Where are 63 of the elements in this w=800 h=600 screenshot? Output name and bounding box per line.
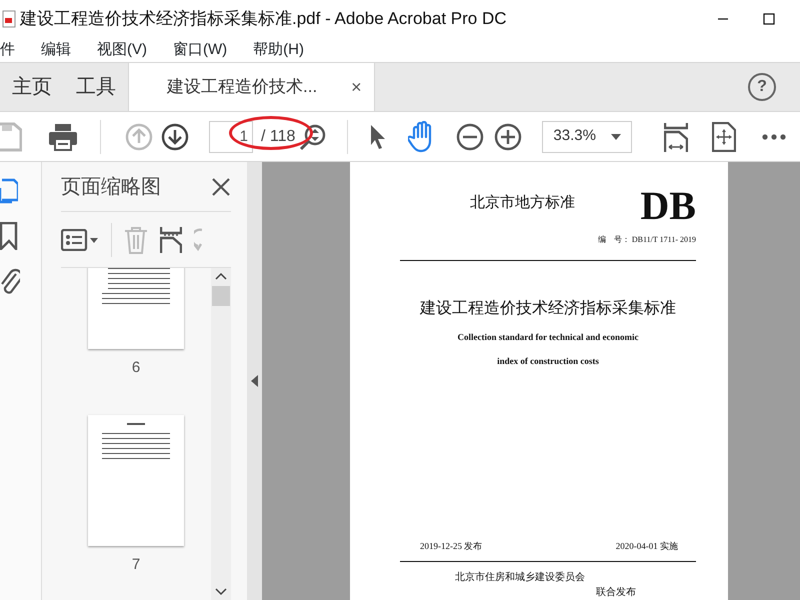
minus-circle-icon — [456, 122, 484, 150]
menu-item[interactable]: 帮助(H) — [253, 38, 304, 62]
scroll-down-icon[interactable] — [215, 588, 227, 596]
paperclip-icon[interactable] — [0, 268, 20, 296]
standard-mark: DB — [640, 186, 696, 226]
tab[interactable]: 建设工程造价技术... × — [128, 63, 375, 111]
document-title: 建设工程造价技术经济指标采集标准 — [418, 298, 677, 319]
issue-date: 2019-12-25 发布 — [420, 540, 482, 552]
standard-number: 编 号： DB11/T 1711- 2019 — [596, 234, 696, 246]
publisher: 北京市住房和城乡建设委员会 — [454, 570, 586, 585]
page-thumbnail[interactable] — [88, 268, 184, 349]
document-subtitle: index of construction costs — [496, 354, 600, 368]
insert-page-icon — [160, 226, 182, 254]
pdf-file-icon — [2, 10, 16, 28]
zoom-dropdown[interactable]: 33.3% — [542, 120, 632, 152]
tab[interactable]: 主页 — [0, 63, 64, 111]
panel-title: 页面缩略图 — [61, 174, 161, 200]
fit-page-icon — [664, 122, 688, 152]
pages-icon[interactable] — [0, 176, 18, 204]
close-icon — [211, 176, 231, 196]
insert-page-button[interactable] — [160, 226, 182, 254]
close-tab-button[interactable]: × — [351, 74, 362, 100]
page-number-field[interactable]: 1 — [209, 120, 253, 152]
document-subtitle: Collection standard for technical and economic — [456, 331, 640, 344]
window-title: 建设工程造价技术经济指标采集标准.pdf - Adobe Acrobat Pro DC — [20, 8, 508, 30]
bookmark-icon[interactable] — [0, 222, 18, 250]
caret-icon — [611, 134, 622, 140]
options-button[interactable] — [61, 228, 99, 250]
printer-icon — [48, 122, 78, 150]
page-number: 7 — [132, 554, 140, 574]
joint-release: 联合发布 — [595, 586, 637, 600]
zoom-in-button[interactable] — [494, 122, 522, 150]
tab[interactable]: 工具 — [64, 63, 128, 111]
menu-item[interactable]: 窗口(W) — [173, 38, 228, 62]
rotate-icon — [194, 228, 202, 252]
help-button[interactable]: ? — [748, 73, 776, 101]
more-dots-icon — [762, 134, 786, 140]
trash-icon — [124, 226, 148, 254]
scroll-up-icon[interactable] — [215, 272, 227, 280]
close-panel-button[interactable] — [211, 176, 231, 196]
collapse-arrow-icon[interactable] — [251, 375, 258, 387]
zoom-out-button[interactable] — [456, 122, 484, 150]
fit-width-button[interactable] — [664, 122, 688, 152]
menu-item[interactable]: 视图(V) — [97, 38, 147, 62]
effective-date: 2020-04-01 实施 — [616, 540, 678, 552]
page-thumbnail[interactable] — [88, 415, 184, 546]
page-arrows-icon — [712, 122, 736, 152]
document-authority: 北京市地方标准 — [470, 193, 575, 212]
save-icon — [0, 122, 22, 152]
magnifier-icon — [299, 122, 328, 150]
more-tools-button[interactable] — [762, 134, 786, 140]
zoom-button[interactable] — [299, 122, 328, 150]
fit-page-button[interactable] — [712, 122, 736, 152]
page-total: / 118 — [261, 126, 296, 146]
menu-item[interactable]: 编辑 — [41, 38, 71, 62]
list-caret-icon — [61, 228, 99, 250]
maximize-icon — [763, 13, 775, 25]
menu-item[interactable]: 件 — [0, 38, 15, 62]
page-number: 6 — [132, 358, 140, 378]
plus-circle-icon — [494, 122, 522, 150]
print-button[interactable] — [48, 122, 78, 150]
next-page-button[interactable] — [161, 122, 189, 150]
scrollbar-thumb[interactable] — [212, 286, 230, 306]
